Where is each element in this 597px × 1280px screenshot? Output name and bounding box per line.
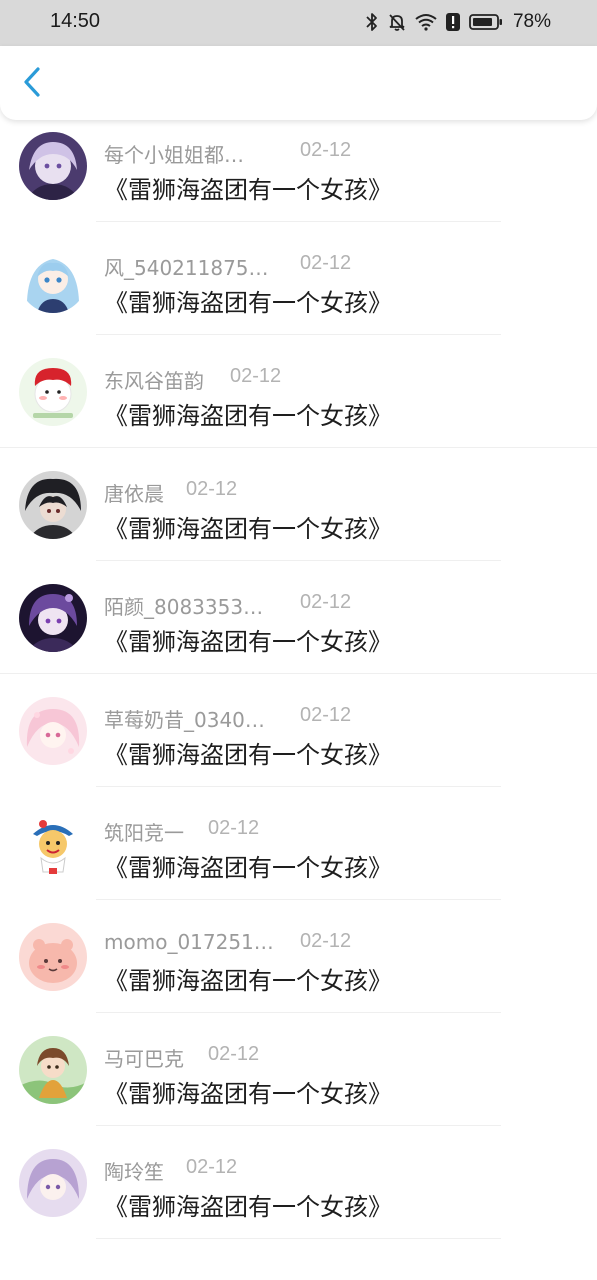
avatar[interactable] <box>19 923 87 991</box>
comment-text[interactable]: 《雷狮海盗团有一个女孩》 <box>104 170 392 205</box>
comment-author-name[interactable]: 东风谷笛韵 <box>104 365 204 394</box>
comment-date: 02-12 <box>300 704 352 726</box>
bluetooth-icon <box>365 11 379 33</box>
comment-author-name[interactable]: 每个小姐姐都… <box>104 139 244 168</box>
comment-row[interactable]: 筑阳竞一 02-12 《雷狮海盗团有一个女孩》 <box>0 787 597 900</box>
comment-date: 02-12 <box>300 252 352 274</box>
avatar[interactable] <box>19 358 87 426</box>
comment-text[interactable]: 《雷狮海盗团有一个女孩》 <box>104 1187 392 1222</box>
chevron-left-icon <box>21 66 43 102</box>
comment-text[interactable]: 《雷狮海盗团有一个女孩》 <box>104 622 392 657</box>
comment-author-name[interactable]: 陶玲笙 <box>104 1156 164 1185</box>
comment-list[interactable]: 凉舞02-12《雷狮海盗团有一个女孩》每个小姐姐都…02-12《雷狮海盗团有一个… <box>0 120 597 1280</box>
avatar[interactable] <box>19 1149 87 1217</box>
comment-author-name[interactable]: 风_540211875… <box>104 252 269 281</box>
comment-text[interactable]: 《雷狮海盗团有一个女孩》 <box>104 396 392 431</box>
comment-text[interactable]: 《雷狮海盗团有一个女孩》 <box>104 848 392 883</box>
comment-row[interactable]: 风_540211875… 02-12 《雷狮海盗团有一个女孩》 <box>0 222 597 335</box>
comment-date: 02-12 <box>186 478 238 500</box>
wifi-icon <box>415 11 437 33</box>
comment-author-name[interactable]: 草莓奶昔_0340… <box>104 704 265 733</box>
comment-date: 02-12 <box>230 365 282 387</box>
comment-text[interactable]: 《雷狮海盗团有一个女孩》 <box>104 961 392 996</box>
avatar[interactable] <box>19 471 87 539</box>
comment-author-name[interactable]: 筑阳竞一 <box>104 817 184 846</box>
comment-date: 02-12 <box>208 817 260 839</box>
comment-row[interactable]: momo_017251… 02-12 《雷狮海盗团有一个女孩》 <box>0 900 597 1013</box>
comment-author-name[interactable]: 唐依晨 <box>104 478 164 507</box>
nav-bar <box>0 46 597 120</box>
avatar[interactable] <box>19 810 87 878</box>
avatar[interactable] <box>19 697 87 765</box>
avatar[interactable] <box>19 245 87 313</box>
row-divider <box>96 1238 501 1239</box>
bell-muted-icon <box>387 11 407 33</box>
comment-row[interactable]: 东风谷笛韵 02-12 《雷狮海盗团有一个女孩》 <box>0 335 597 448</box>
avatar[interactable] <box>19 132 87 200</box>
avatar[interactable] <box>19 1036 87 1104</box>
comment-date: 02-12 <box>208 1043 260 1065</box>
status-time: 14:50 <box>50 10 101 32</box>
battery-icon <box>469 11 503 33</box>
comment-row[interactable]: 马可巴克 02-12 《雷狮海盗团有一个女孩》 <box>0 1013 597 1126</box>
comment-text[interactable]: 《雷狮海盗团有一个女孩》 <box>104 509 392 544</box>
avatar[interactable] <box>19 584 87 652</box>
status-icons: 78% <box>365 11 551 33</box>
comment-date: 02-12 <box>300 930 352 952</box>
comment-date: 02-12 <box>300 139 352 161</box>
comment-date: 02-12 <box>300 591 352 613</box>
comment-author-name[interactable]: momo_017251… <box>104 930 274 954</box>
comment-text[interactable]: 《雷狮海盗团有一个女孩》 <box>104 735 392 770</box>
comment-text[interactable]: 《雷狮海盗团有一个女孩》 <box>104 1074 392 1109</box>
comment-row[interactable]: 每个小姐姐都… 02-12 《雷狮海盗团有一个女孩》 <box>0 120 597 222</box>
comment-author-name[interactable]: 陌颜_8083353… <box>104 591 263 620</box>
comment-row[interactable]: 唐依晨 02-12 《雷狮海盗团有一个女孩》 <box>0 448 597 561</box>
comment-row[interactable]: 陶玲笙 02-12 《雷狮海盗团有一个女孩》 <box>0 1126 597 1239</box>
back-button[interactable] <box>14 66 50 102</box>
comment-row[interactable]: 陌颜_8083353… 02-12 《雷狮海盗团有一个女孩》 <box>0 561 597 674</box>
battery-percentage: 78% <box>512 11 551 32</box>
comment-author-name[interactable]: 马可巴克 <box>104 1043 184 1072</box>
comment-row[interactable]: 草莓奶昔_0340… 02-12 《雷狮海盗团有一个女孩》 <box>0 674 597 787</box>
status-bar: 14:50 78% <box>0 0 597 46</box>
comment-text[interactable]: 《雷狮海盗团有一个女孩》 <box>104 283 392 318</box>
alert-icon <box>445 11 461 33</box>
comment-date: 02-12 <box>186 1156 238 1178</box>
